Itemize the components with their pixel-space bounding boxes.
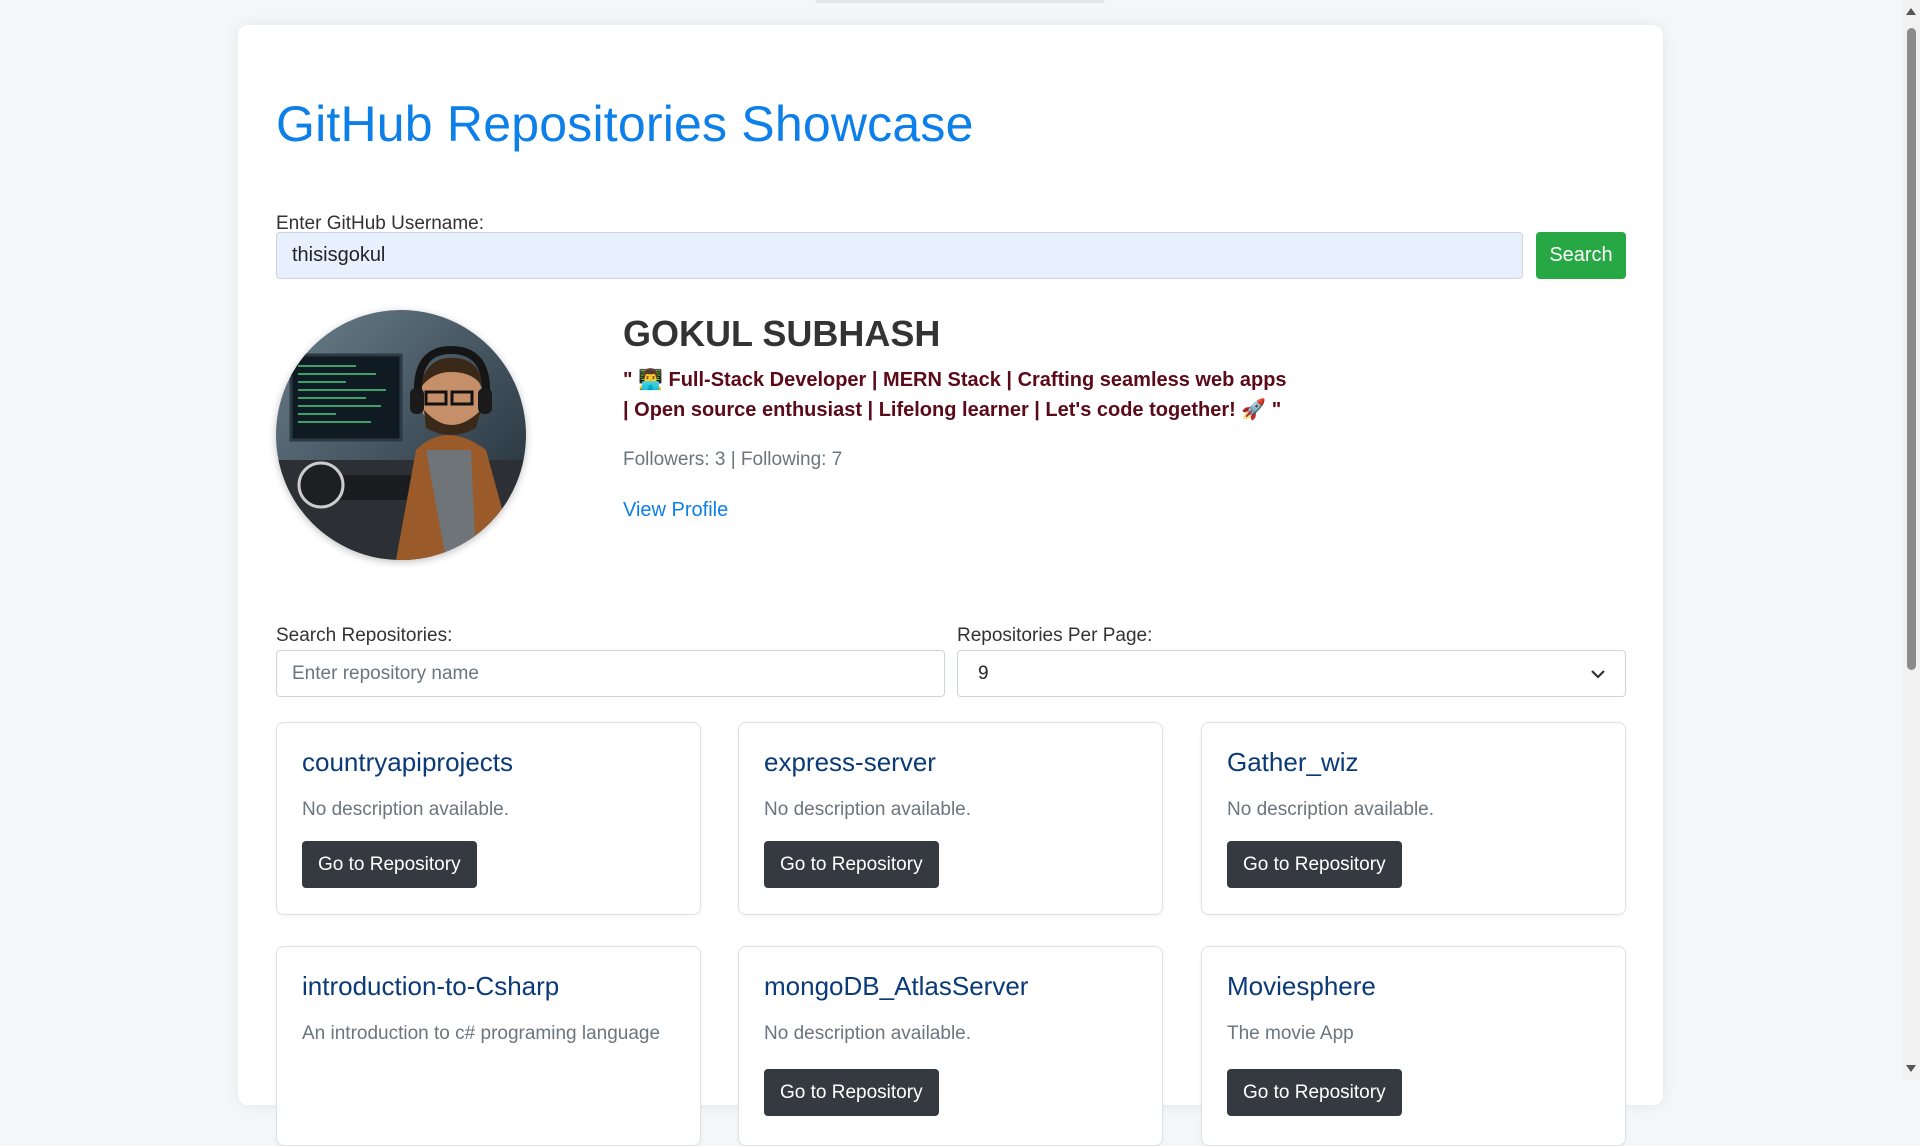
repo-description: No description available.	[302, 799, 510, 820]
repo-title[interactable]: countryapiprojects	[302, 747, 513, 778]
repo-search-input[interactable]	[276, 650, 945, 697]
go-to-repository-button[interactable]: Go to Repository	[764, 841, 939, 888]
repo-title[interactable]: express-server	[764, 747, 936, 778]
repo-card: introduction-to-Csharp An introduction t…	[276, 946, 701, 1146]
avatar	[276, 310, 526, 560]
go-to-repository-button[interactable]: Go to Repository	[764, 1069, 939, 1116]
scroll-down-arrow-icon[interactable]	[1906, 1065, 1916, 1072]
repo-description: An introduction to c# programing languag…	[302, 1023, 661, 1044]
go-to-repository-button[interactable]: Go to Repository	[1227, 1069, 1402, 1116]
repo-search-label: Search Repositories:	[276, 625, 453, 646]
vertical-scrollbar[interactable]	[1903, 0, 1920, 1080]
follow-stats: Followers: 3 | Following: 7	[623, 449, 843, 470]
repo-card: Gather_wiz No description available. Go …	[1201, 722, 1626, 915]
scroll-up-arrow-icon[interactable]	[1906, 8, 1916, 15]
per-page-select[interactable]: 9	[957, 650, 1626, 697]
per-page-label: Repositories Per Page:	[957, 625, 1153, 646]
avatar-image	[276, 310, 526, 560]
repo-card: Moviesphere The movie App Go to Reposito…	[1201, 946, 1626, 1146]
repo-title[interactable]: introduction-to-Csharp	[302, 971, 559, 1002]
view-profile-link[interactable]: View Profile	[623, 499, 728, 522]
repo-card: countryapiprojects No description availa…	[276, 722, 701, 915]
top-edge-shadow	[815, 0, 1105, 3]
page-title: GitHub Repositories Showcase	[276, 96, 974, 152]
repo-description: No description available.	[764, 1023, 972, 1044]
profile-bio: " 👨‍💻 Full-Stack Developer | MERN Stack …	[623, 369, 1287, 421]
username-input[interactable]	[276, 232, 1523, 279]
chevron-down-icon	[1591, 663, 1605, 685]
per-page-value: 9	[978, 662, 989, 684]
scrollbar-thumb[interactable]	[1907, 28, 1916, 670]
repo-title[interactable]: Gather_wiz	[1227, 747, 1359, 778]
repo-description: No description available.	[764, 799, 972, 820]
go-to-repository-button[interactable]: Go to Repository	[302, 841, 477, 888]
repo-title[interactable]: Moviesphere	[1227, 971, 1376, 1002]
profile-name: GOKUL SUBHASH	[623, 313, 941, 354]
repo-title[interactable]: mongoDB_AtlasServer	[764, 971, 1028, 1002]
repo-card: express-server No description available.…	[738, 722, 1163, 915]
main-container: GitHub Repositories Showcase Enter GitHu…	[238, 25, 1663, 1146]
repo-description: No description available.	[1227, 799, 1435, 820]
repo-description: The movie App	[1227, 1023, 1354, 1044]
repo-card: mongoDB_AtlasServer No description avail…	[738, 946, 1163, 1146]
search-button[interactable]: Search	[1536, 232, 1626, 279]
go-to-repository-button[interactable]: Go to Repository	[1227, 841, 1402, 888]
